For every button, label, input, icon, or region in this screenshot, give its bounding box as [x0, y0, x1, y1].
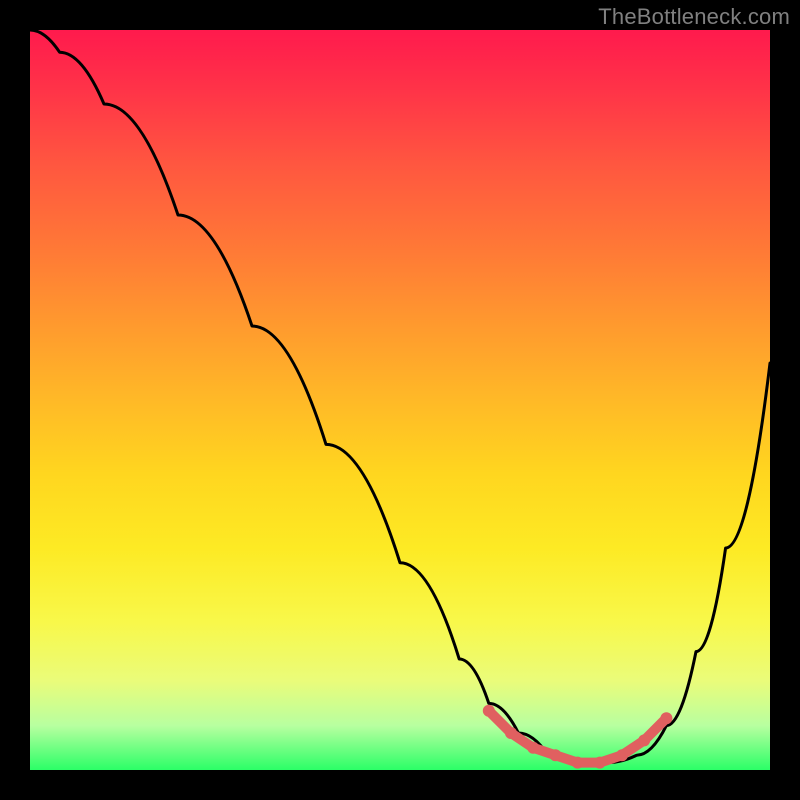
marker-dot — [527, 742, 539, 754]
curve-line — [30, 30, 770, 763]
marker-dot — [572, 757, 584, 769]
marker-dot — [505, 727, 517, 739]
marker-dot — [660, 712, 672, 724]
chart-svg — [30, 30, 770, 770]
marker-dot — [549, 749, 561, 761]
chart-frame: TheBottleneck.com — [0, 0, 800, 800]
watermark-text: TheBottleneck.com — [598, 4, 790, 30]
marker-dot — [483, 705, 495, 717]
marker-dot — [638, 734, 650, 746]
plot-area — [30, 30, 770, 770]
bottleneck-markers — [483, 705, 673, 769]
marker-dot — [616, 749, 628, 761]
marker-dot — [594, 757, 606, 769]
